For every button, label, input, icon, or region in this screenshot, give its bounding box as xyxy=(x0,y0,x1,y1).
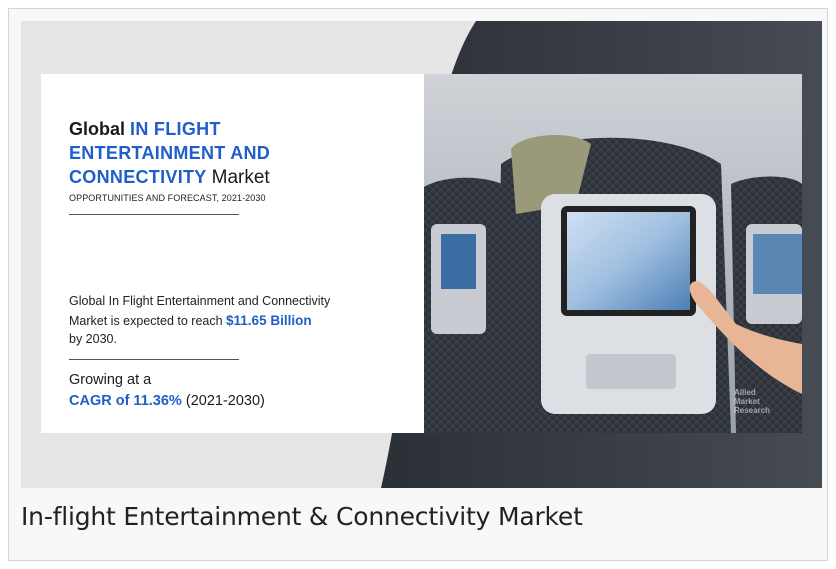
body-line-3: by 2030. xyxy=(69,332,117,346)
image-caption: In-flight Entertainment & Connectivity M… xyxy=(21,502,583,531)
watermark-line-2: Market xyxy=(734,397,760,406)
title-line-1: Global IN FLIGHT xyxy=(69,119,221,139)
title-highlight-3: CONNECTIVITY xyxy=(69,167,207,187)
body-line-2-text: Market is expected to reach xyxy=(69,314,223,328)
divider-bottom xyxy=(69,359,239,360)
market-infographic-image[interactable]: Global IN FLIGHT ENTERTAINMENT AND CONNE… xyxy=(21,21,822,488)
cagr-value: CAGR of 11.36% xyxy=(69,393,182,409)
title-highlight-2: ENTERTAINMENT AND xyxy=(69,143,271,163)
market-value: $11.65 Billion xyxy=(226,313,312,328)
cagr-line: CAGR of 11.36% (2021-2030) xyxy=(69,393,265,409)
title-highlight-1: IN FLIGHT xyxy=(130,119,221,139)
title-suffix: Market xyxy=(211,167,270,188)
title-line-2: ENTERTAINMENT AND xyxy=(69,143,270,163)
subtitle: OPPORTUNITIES AND FORECAST, 2021-2030 xyxy=(69,193,266,203)
watermark-line-3: Research xyxy=(734,406,771,415)
title-prefix: Global xyxy=(69,119,126,139)
airplane-seatback-photo xyxy=(401,74,802,433)
watermark-line-1: Allied xyxy=(734,388,756,397)
growing-label: Growing at a xyxy=(69,372,152,388)
body-line-2: Market is expected to reach $11.65 Billi… xyxy=(69,311,312,331)
body-line-1: Global In Flight Entertainment and Conne… xyxy=(69,294,331,308)
publisher-watermark: Allied Market Research xyxy=(734,388,770,415)
title-line-3: CONNECTIVITY Market xyxy=(69,167,270,188)
divider-top xyxy=(69,214,239,215)
cagr-period: (2021-2030) xyxy=(185,393,265,409)
